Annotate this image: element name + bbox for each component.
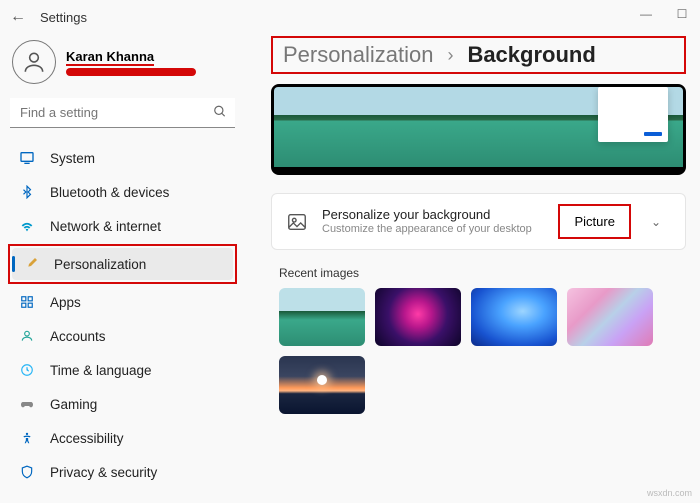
sidebar-item-bluetooth[interactable]: Bluetooth & devices (8, 176, 237, 208)
minimize-button[interactable]: — (628, 0, 664, 28)
wifi-icon (18, 217, 36, 235)
maximize-button[interactable]: ☐ (664, 0, 700, 28)
sidebar-item-accounts[interactable]: Accounts (8, 320, 237, 352)
sidebar-item-label: Network & internet (50, 219, 161, 234)
bluetooth-icon (18, 183, 36, 201)
accounts-icon (18, 327, 36, 345)
sidebar-item-label: Accounts (50, 329, 106, 344)
sidebar: Karan Khanna System Bluetooth & devices … (0, 30, 245, 503)
setting-label: Personalize your background (322, 207, 558, 222)
avatar (12, 40, 56, 84)
brush-icon (22, 255, 40, 273)
recent-image-5[interactable] (279, 356, 365, 414)
sidebar-item-network[interactable]: Network & internet (8, 210, 237, 242)
recent-image-2[interactable] (375, 288, 461, 346)
profile-name: Karan Khanna (66, 49, 154, 66)
sidebar-item-accessibility[interactable]: Accessibility (8, 422, 237, 454)
sidebar-item-personalization[interactable]: Personalization (12, 248, 233, 280)
search-input[interactable] (10, 98, 235, 128)
recent-image-3[interactable] (471, 288, 557, 346)
profile-email-redacted (66, 68, 196, 76)
accessibility-icon (18, 429, 36, 447)
recent-image-1[interactable] (279, 288, 365, 346)
breadcrumb: Personalization › Background (271, 36, 686, 74)
sidebar-item-time[interactable]: Time & language (8, 354, 237, 386)
person-icon (21, 49, 47, 75)
profile-section[interactable]: Karan Khanna (12, 40, 237, 84)
apps-icon (18, 293, 36, 311)
preview-widget (598, 87, 668, 142)
clock-icon (18, 361, 36, 379)
recent-image-4[interactable] (567, 288, 653, 346)
back-button[interactable]: ← (10, 8, 26, 26)
breadcrumb-parent[interactable]: Personalization (283, 42, 433, 68)
preview-wallpaper (274, 87, 683, 167)
sidebar-item-label: Privacy & security (50, 465, 157, 480)
app-title: Settings (40, 10, 87, 25)
chevron-right-icon: › (447, 45, 453, 66)
title-bar: ← Settings (0, 0, 700, 30)
sidebar-item-label: Accessibility (50, 431, 124, 446)
sidebar-item-privacy[interactable]: Privacy & security (8, 456, 237, 488)
personalize-background-card[interactable]: Personalize your background Customize th… (271, 193, 686, 250)
sidebar-item-label: System (50, 151, 95, 166)
breadcrumb-current: Background (467, 42, 595, 68)
picture-icon (286, 211, 308, 233)
system-icon (18, 149, 36, 167)
highlight-personalization: Personalization (8, 244, 237, 284)
recent-images-grid (271, 288, 686, 414)
window-controls: — ☐ (628, 0, 700, 28)
shield-icon (18, 463, 36, 481)
main-content: Personalization › Background Personalize… (245, 30, 700, 503)
sidebar-item-label: Personalization (54, 257, 146, 272)
sidebar-item-apps[interactable]: Apps (8, 286, 237, 318)
background-preview (271, 84, 686, 175)
sidebar-item-label: Apps (50, 295, 81, 310)
search-container (10, 98, 235, 128)
sidebar-item-gaming[interactable]: Gaming (8, 388, 237, 420)
sidebar-item-label: Bluetooth & devices (50, 185, 169, 200)
chevron-down-icon[interactable]: ⌄ (641, 209, 671, 235)
sidebar-item-system[interactable]: System (8, 142, 237, 174)
sidebar-item-label: Gaming (50, 397, 97, 412)
sidebar-item-label: Time & language (50, 363, 152, 378)
setting-desc: Customize the appearance of your desktop (322, 222, 558, 236)
background-type-dropdown[interactable]: Picture (558, 204, 630, 239)
watermark: wsxdn.com (647, 488, 692, 498)
recent-images-label: Recent images (279, 266, 686, 280)
search-icon (213, 105, 227, 122)
gaming-icon (18, 395, 36, 413)
